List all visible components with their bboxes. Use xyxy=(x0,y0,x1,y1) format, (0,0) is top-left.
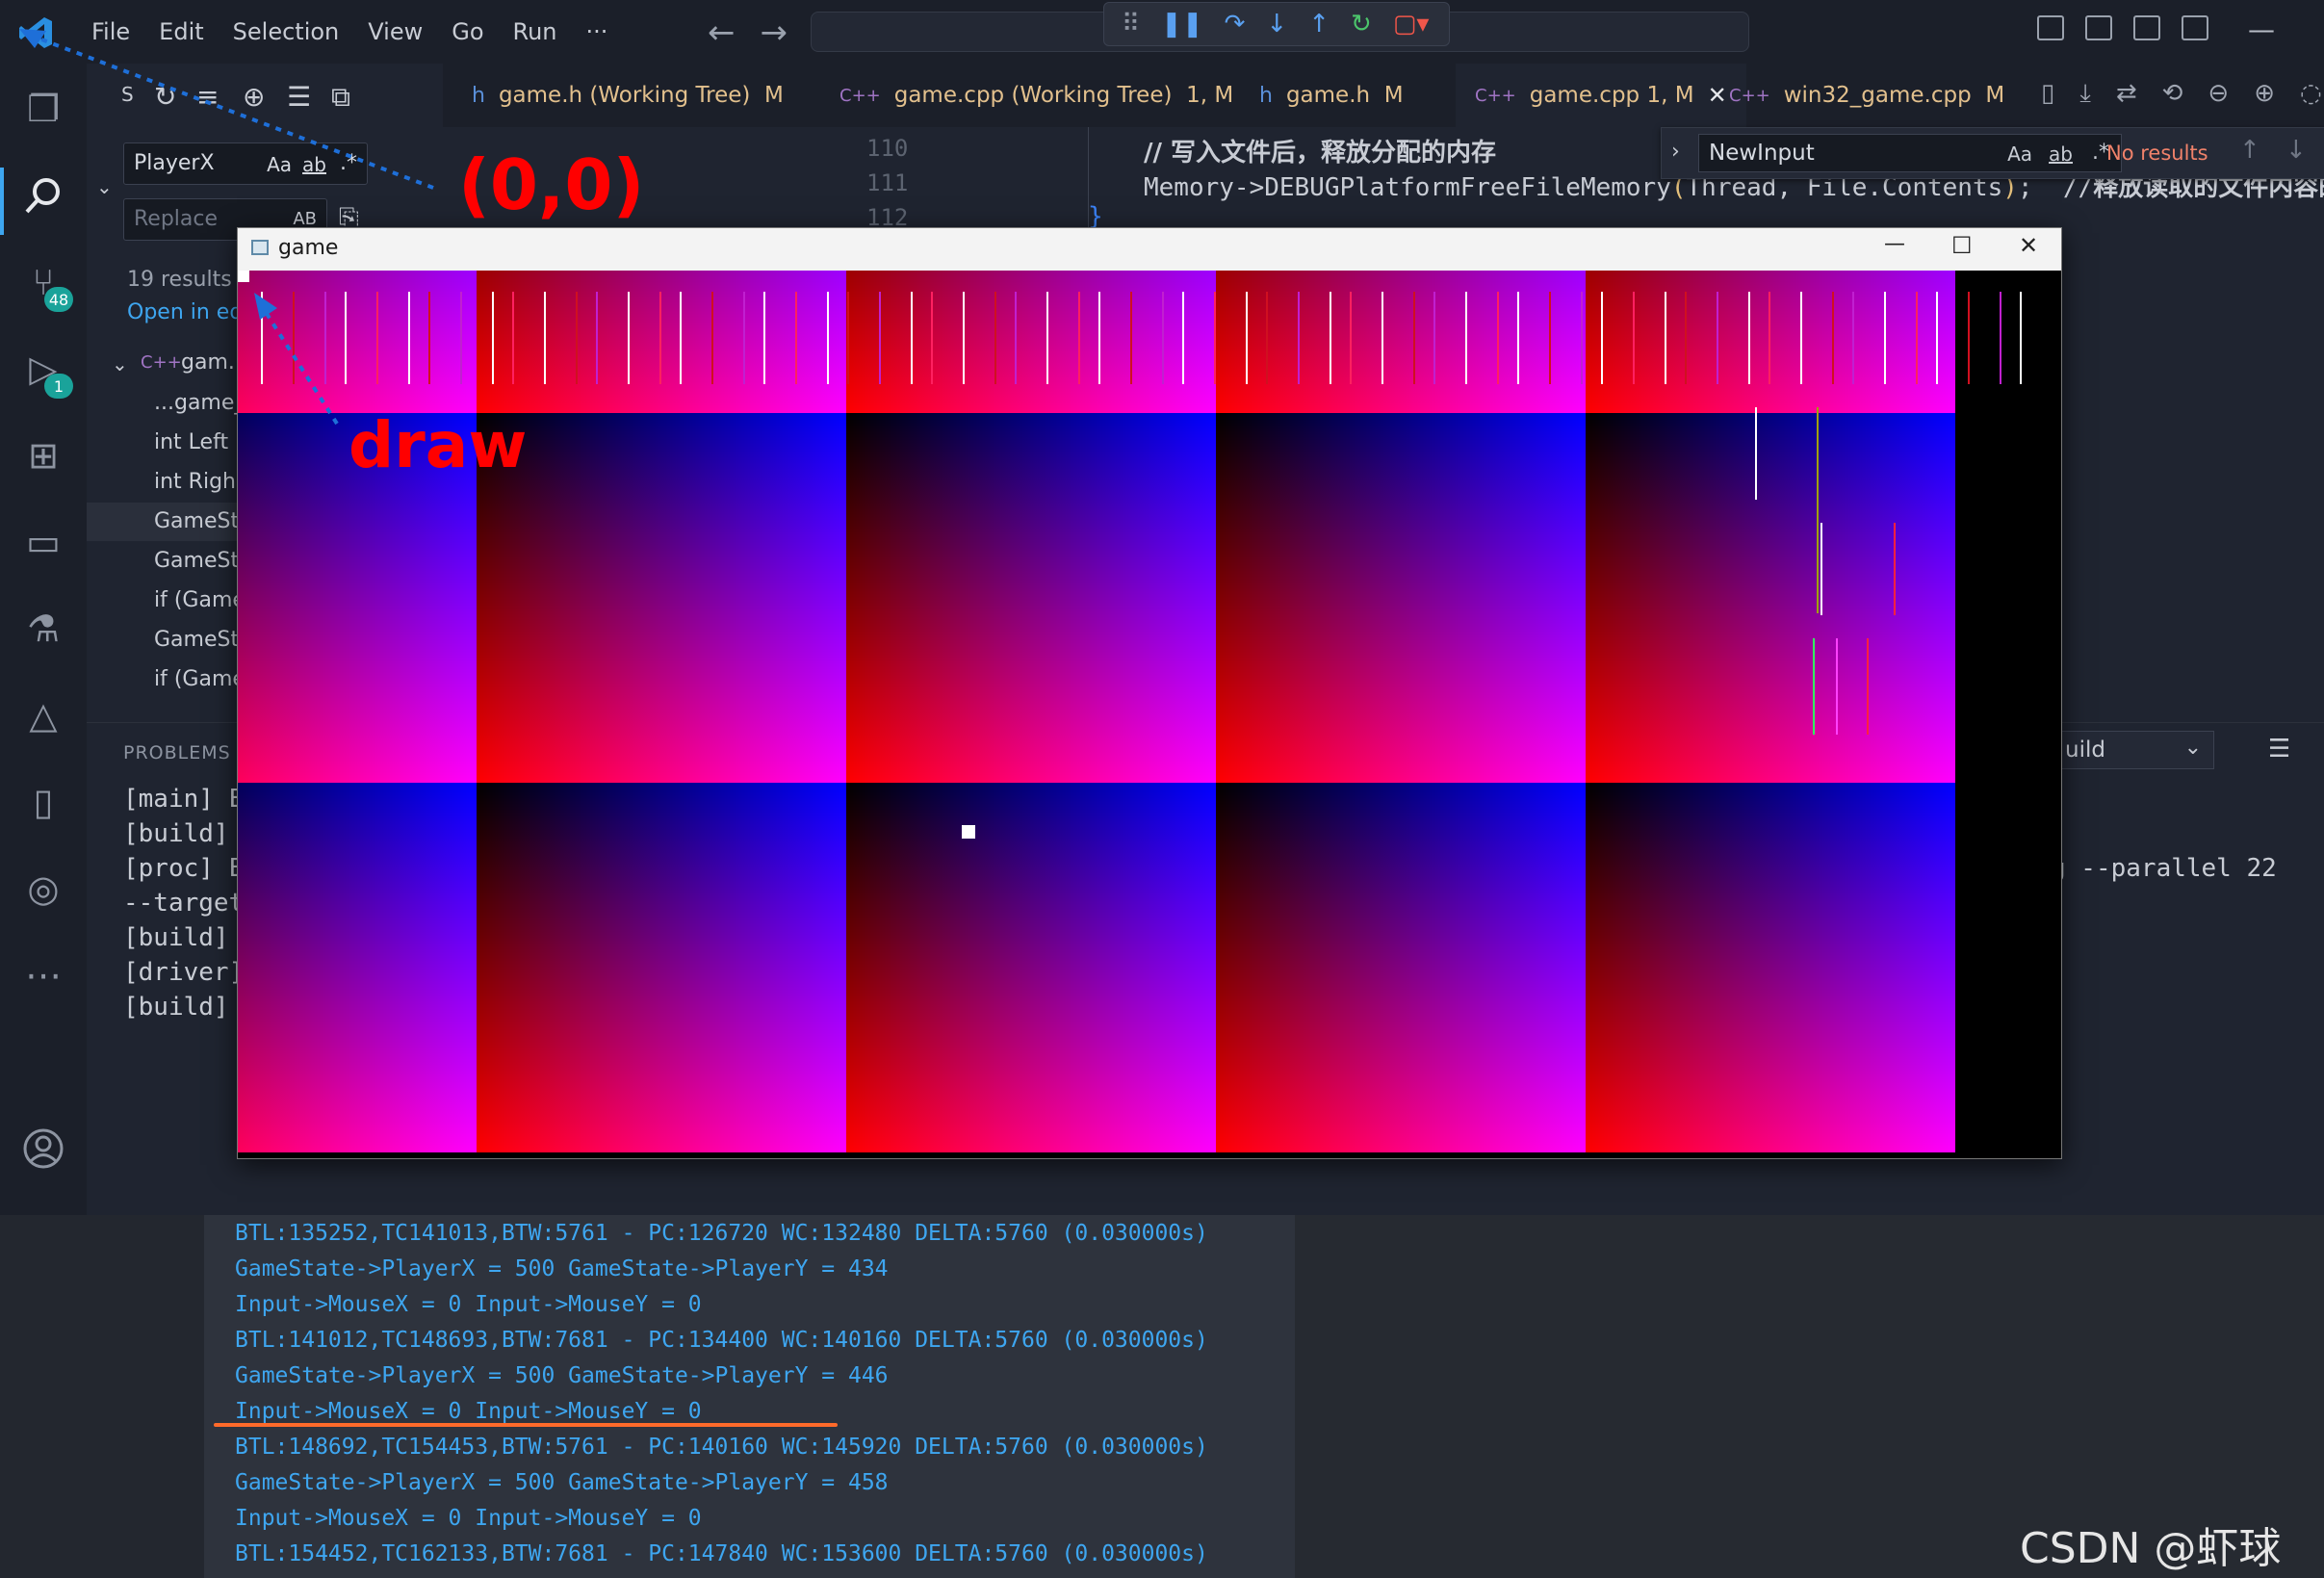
annotation-arrows xyxy=(19,29,434,426)
origin-annotation: (0,0) xyxy=(458,144,645,225)
watermark: CSDN @虾球xz xyxy=(2020,1524,2282,1578)
draw-annotation: draw xyxy=(349,408,528,482)
